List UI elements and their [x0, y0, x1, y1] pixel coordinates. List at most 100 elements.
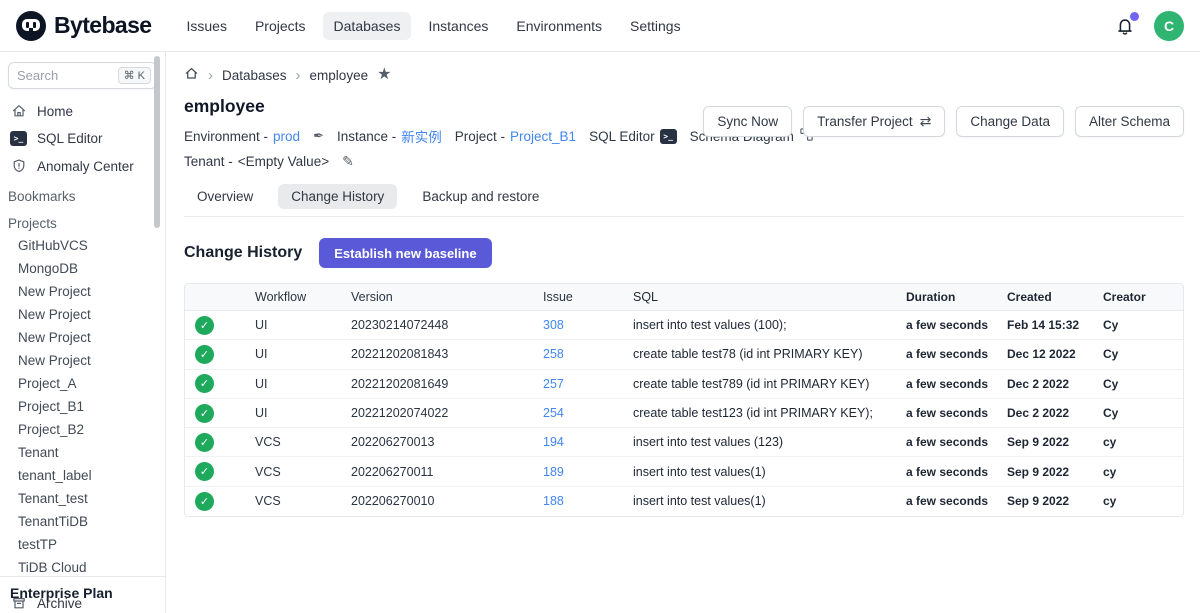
action-button-label: Change Data — [970, 114, 1050, 129]
sidebar-item-sql-editor[interactable]: >_ SQL Editor — [0, 125, 165, 152]
instance-link[interactable]: 新实例 — [401, 126, 442, 146]
column-header-issue: Issue — [543, 290, 633, 304]
breadcrumb-databases[interactable]: Databases — [222, 68, 287, 83]
sidebar-project-new-project[interactable]: New Project — [0, 303, 165, 326]
sidebar-project-new-project[interactable]: New Project — [0, 349, 165, 372]
tab-change-history[interactable]: Change History — [278, 184, 397, 209]
workflow-cell: VCS — [255, 465, 351, 479]
issue-cell: 188 — [543, 494, 633, 508]
sidebar-scrollbar[interactable] — [154, 56, 160, 228]
created-cell: Sep 9 2022 — [1007, 465, 1103, 479]
issue-link[interactable]: 258 — [543, 347, 564, 361]
section-title: Change History — [184, 244, 302, 262]
table-row[interactable]: ✓UI20230214072448308insert into test val… — [185, 311, 1183, 340]
sidebar-project-new-project[interactable]: New Project — [0, 280, 165, 303]
action-button-label: Transfer Project — [817, 114, 913, 129]
created-cell: Sep 9 2022 — [1007, 494, 1103, 508]
success-check-icon: ✓ — [195, 492, 214, 511]
workflow-cell: VCS — [255, 435, 351, 449]
success-check-icon: ✓ — [195, 316, 214, 335]
creator-cell: Cy — [1103, 347, 1183, 361]
sql-cell: insert into test values(1) — [633, 465, 906, 479]
sql-cell: insert into test values (123) — [633, 435, 906, 449]
nav-item-databases[interactable]: Databases — [323, 12, 412, 40]
issue-link[interactable]: 308 — [543, 318, 564, 332]
issue-link[interactable]: 194 — [543, 435, 564, 449]
table-row[interactable]: ✓VCS202206270013194insert into test valu… — [185, 428, 1183, 457]
establish-baseline-button[interactable]: Establish new baseline — [319, 238, 491, 268]
sync-now-button[interactable]: Sync Now — [703, 106, 792, 137]
sidebar-section-projects[interactable]: Projects — [0, 207, 165, 234]
favorite-star-icon[interactable]: ★ — [377, 67, 391, 83]
sidebar-item-label: SQL Editor — [37, 131, 103, 146]
created-cell: Dec 12 2022 — [1007, 347, 1103, 361]
sidebar-project-project-a[interactable]: Project_A — [0, 372, 165, 395]
search-shortcut-badge: ⌘ K — [118, 67, 151, 84]
nav-item-projects[interactable]: Projects — [244, 12, 317, 40]
table-row[interactable]: ✓VCS202206270010188insert into test valu… — [185, 487, 1183, 516]
alter-schema-button[interactable]: Alter Schema — [1075, 106, 1184, 137]
table-row[interactable]: ✓VCS202206270011189insert into test valu… — [185, 457, 1183, 486]
sidebar-project-tenant-test[interactable]: Tenant_test — [0, 487, 165, 510]
sidebar-project-project-b2[interactable]: Project_B2 — [0, 418, 165, 441]
duration-cell: a few seconds — [906, 406, 1007, 420]
change-data-button[interactable]: Change Data — [956, 106, 1064, 137]
avatar[interactable]: C — [1154, 11, 1184, 41]
sidebar-project-tenanttidb[interactable]: TenantTiDB — [0, 510, 165, 533]
nav-item-environments[interactable]: Environments — [505, 12, 613, 40]
sidebar: ⌘ K Home >_ SQL Editor Anomaly Center Bo… — [0, 52, 166, 613]
sidebar-project-new-project[interactable]: New Project — [0, 326, 165, 349]
bytebase-logo[interactable]: Bytebase — [16, 11, 151, 41]
sidebar-item-anomaly-center[interactable]: Anomaly Center — [0, 152, 165, 180]
version-cell: 202206270011 — [351, 465, 543, 479]
sidebar-project-tenant-label[interactable]: tenant_label — [0, 464, 165, 487]
notifications-button[interactable] — [1114, 15, 1136, 37]
sql-editor-shortcut[interactable]: SQL Editor >_ — [589, 129, 677, 144]
edit-pencil-icon[interactable]: ✎ — [342, 153, 354, 170]
environment-link[interactable]: prod — [273, 129, 300, 144]
tab-overview[interactable]: Overview — [184, 184, 266, 209]
sidebar-project-githubvcs[interactable]: GitHubVCS — [0, 234, 165, 257]
version-cell: 20221202081649 — [351, 377, 543, 391]
home-icon — [10, 103, 27, 119]
issue-link[interactable]: 188 — [543, 494, 564, 508]
home-breadcrumb-icon[interactable] — [184, 66, 199, 84]
breadcrumb-employee[interactable]: employee — [310, 68, 369, 83]
table-row[interactable]: ✓UI20221202081649257create table test789… — [185, 370, 1183, 399]
nav-item-settings[interactable]: Settings — [619, 12, 692, 40]
sidebar-project-tenant[interactable]: Tenant — [0, 441, 165, 464]
plan-label[interactable]: Enterprise Plan — [0, 576, 165, 613]
sidebar-project-mongodb[interactable]: MongoDB — [0, 257, 165, 280]
duration-cell: a few seconds — [906, 465, 1007, 479]
sidebar-project-project-b1[interactable]: Project_B1 — [0, 395, 165, 418]
table-row[interactable]: ✓UI20221202081843258create table test78 … — [185, 340, 1183, 369]
issue-cell: 254 — [543, 406, 633, 420]
workflow-cell: UI — [255, 347, 351, 361]
nav-item-instances[interactable]: Instances — [417, 12, 499, 40]
search-input[interactable] — [17, 68, 99, 83]
sql-cell: insert into test values(1) — [633, 494, 906, 508]
sidebar-section-bookmarks[interactable]: Bookmarks — [0, 180, 165, 207]
issue-link[interactable]: 254 — [543, 406, 564, 420]
brand-name: Bytebase — [54, 12, 151, 39]
sidebar-project-testtp[interactable]: testTP — [0, 533, 165, 556]
main-content: › Databases › employee ★ employee Enviro… — [166, 52, 1200, 613]
column-header-creator: Creator — [1103, 290, 1183, 304]
table-row[interactable]: ✓UI20221202074022254create table test123… — [185, 399, 1183, 428]
sql-cell: create table test123 (id int PRIMARY KEY… — [633, 406, 906, 420]
transfer-project-button[interactable]: Transfer Project⇄ — [803, 106, 945, 137]
column-header-version: Version — [351, 290, 543, 304]
pen-nib-icon: ✒ — [313, 128, 324, 144]
creator-cell: cy — [1103, 494, 1183, 508]
meta-instance: Instance - 新实例 — [337, 126, 442, 146]
column-header-workflow: Workflow — [255, 290, 351, 304]
tab-backup-and-restore[interactable]: Backup and restore — [409, 184, 552, 209]
issue-link[interactable]: 189 — [543, 465, 564, 479]
column-header-duration: Duration — [906, 290, 1007, 304]
sidebar-item-home[interactable]: Home — [0, 97, 165, 125]
nav-item-issues[interactable]: Issues — [175, 12, 237, 40]
version-cell: 202206270010 — [351, 494, 543, 508]
issue-link[interactable]: 257 — [543, 377, 564, 391]
search-box[interactable]: ⌘ K — [8, 62, 157, 89]
project-link[interactable]: Project_B1 — [510, 129, 576, 144]
